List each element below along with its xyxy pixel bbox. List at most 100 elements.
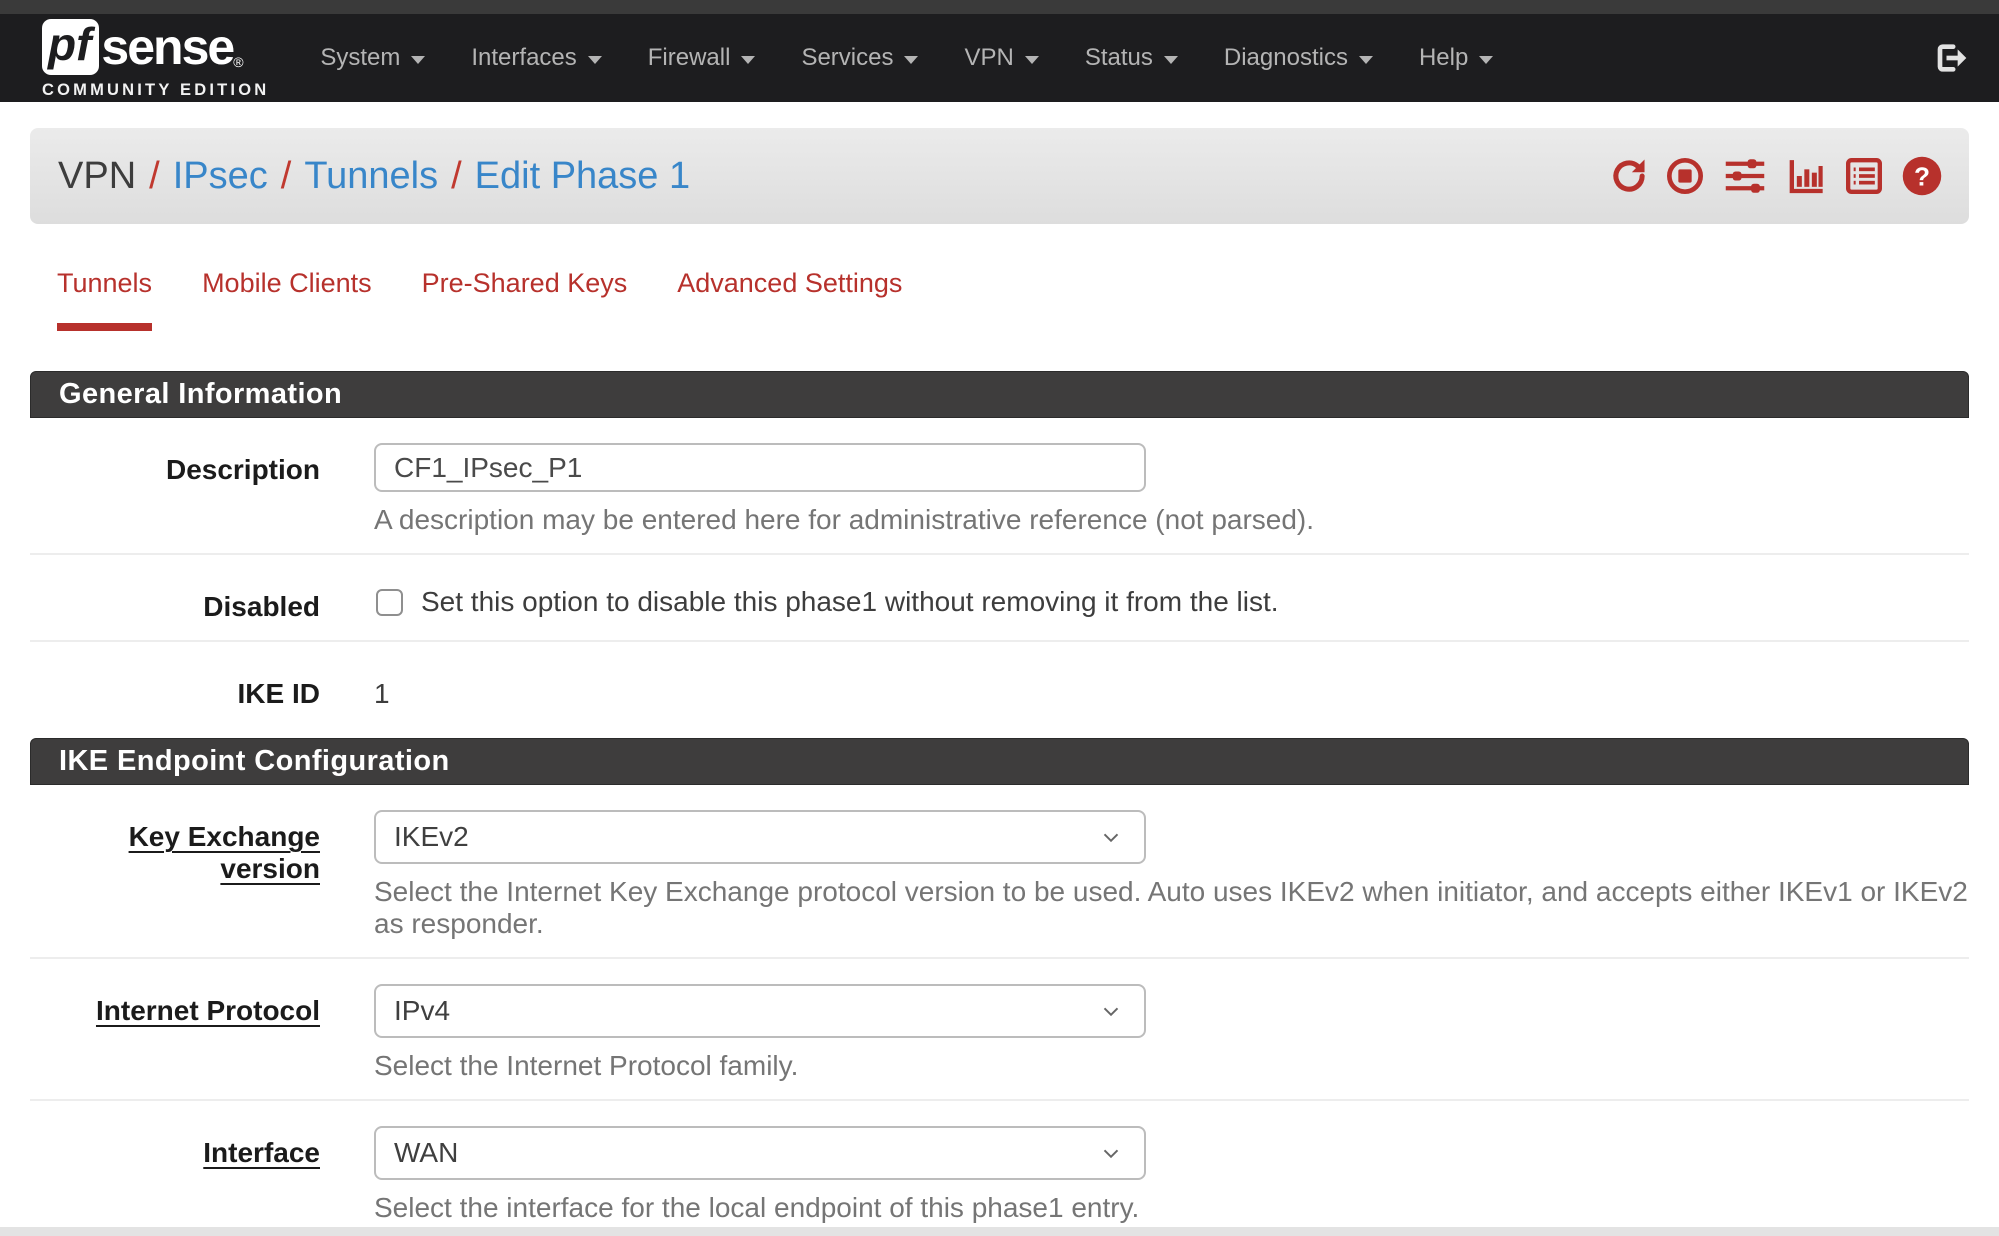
stop-button[interactable]: [1665, 156, 1705, 196]
tab-mobile-clients[interactable]: Mobile Clients: [177, 268, 397, 331]
interface-help: Select the interface for the local endpo…: [374, 1192, 1969, 1224]
menu-help[interactable]: Help: [1396, 14, 1516, 102]
menu-system-label: System: [320, 44, 400, 72]
description-field-col: A description may be entered here for ad…: [374, 443, 1969, 536]
interface-select[interactable]: WAN: [374, 1126, 1146, 1180]
tab-mobile-clients-label: Mobile Clients: [202, 268, 372, 323]
description-label: Description: [166, 454, 320, 486]
refresh-icon: [1610, 157, 1648, 195]
help-button[interactable]: ?: [1901, 155, 1943, 197]
pfsense-logo[interactable]: pf sense ® COMMUNITY EDITION: [42, 18, 269, 100]
chevron-down-icon: [1025, 56, 1039, 64]
disabled-checkbox-row: Set this option to disable this phase1 w…: [374, 586, 1969, 618]
sense-logo-text: sense: [101, 18, 233, 76]
interface-selected-value: WAN: [394, 1137, 458, 1169]
refresh-button[interactable]: [1610, 157, 1648, 195]
pf-logo-mark: pf: [42, 19, 99, 75]
key-exchange-version-selected-value: IKEv2: [394, 821, 469, 853]
general-information-panel: General Information Description A descri…: [30, 371, 1969, 738]
log-button[interactable]: [1844, 156, 1884, 196]
menu-diagnostics-label: Diagnostics: [1224, 44, 1348, 72]
subnav-tabs: Tunnels Mobile Clients Pre-Shared Keys A…: [32, 268, 1999, 331]
key-exchange-version-field-col: IKEv2 Select the Internet Key Exchange p…: [374, 810, 1969, 940]
sign-out-icon: [1929, 38, 1969, 78]
internet-protocol-select[interactable]: IPv4: [374, 984, 1146, 1038]
registered-mark: ®: [233, 54, 243, 70]
description-row: Description A description may be entered…: [30, 418, 1969, 555]
ike-endpoint-configuration-body: Key Exchange version IKEv2 Select the In…: [30, 785, 1969, 1236]
chevron-down-icon: [411, 56, 425, 64]
navbar: pf sense ® COMMUNITY EDITION System Inte…: [0, 14, 1999, 102]
ike-id-value: 1: [374, 678, 1969, 710]
internet-protocol-label: Internet Protocol: [96, 995, 320, 1027]
menu-interfaces-label: Interfaces: [471, 44, 576, 72]
tab-pre-shared-keys-label: Pre-Shared Keys: [422, 268, 628, 323]
log-list-icon: [1844, 156, 1884, 196]
menu-interfaces[interactable]: Interfaces: [448, 14, 624, 102]
key-exchange-version-row: Key Exchange version IKEv2 Select the In…: [30, 785, 1969, 959]
breadcrumb-link-tunnels[interactable]: Tunnels: [304, 155, 438, 198]
tab-tunnels-label: Tunnels: [57, 268, 152, 331]
question-circle-icon: ?: [1901, 155, 1943, 197]
interface-label: Interface: [203, 1137, 320, 1169]
interface-label-col: Interface: [30, 1126, 320, 1224]
chevron-down-icon: [1164, 56, 1178, 64]
related-settings-button[interactable]: [1722, 155, 1768, 197]
ike-endpoint-configuration-panel: IKE Endpoint Configuration Key Exchange …: [30, 738, 1969, 1236]
chevron-down-icon: [904, 56, 918, 64]
pfsense-logo-row: pf sense ®: [42, 18, 269, 76]
navbar-top-strip: [0, 0, 1999, 14]
breadcrumb-current-edit-phase-1[interactable]: Edit Phase 1: [475, 155, 690, 198]
sign-out-button[interactable]: [1929, 38, 1969, 78]
menu-system[interactable]: System: [297, 14, 448, 102]
stop-circle-icon: [1665, 156, 1705, 196]
disabled-field-col: Set this option to disable this phase1 w…: [374, 580, 1969, 623]
panel-title: IKE Endpoint Configuration: [59, 745, 450, 778]
chevron-down-icon: [588, 56, 602, 64]
menu-firewall[interactable]: Firewall: [625, 14, 779, 102]
disabled-checkbox-text: Set this option to disable this phase1 w…: [421, 586, 1279, 618]
interface-row: Interface WAN Select the interface for t…: [30, 1101, 1969, 1236]
breadcrumb: VPN / IPsec / Tunnels / Edit Phase 1: [58, 155, 690, 198]
svg-text:?: ?: [1914, 162, 1930, 192]
key-exchange-version-label: Key Exchange version: [30, 821, 320, 885]
description-input[interactable]: [374, 443, 1146, 492]
menu-help-label: Help: [1419, 44, 1468, 72]
chevron-down-icon: [741, 56, 755, 64]
internet-protocol-selected-value: IPv4: [394, 995, 450, 1027]
ike-id-row: IKE ID 1: [30, 642, 1969, 738]
chevron-down-icon: [1098, 824, 1124, 850]
internet-protocol-help: Select the Internet Protocol family.: [374, 1050, 1969, 1082]
tab-advanced-settings-label: Advanced Settings: [677, 268, 902, 323]
menu-vpn-label: VPN: [964, 44, 1013, 72]
chevron-down-icon: [1098, 1140, 1124, 1166]
ike-id-label: IKE ID: [238, 678, 320, 710]
interface-field-col: WAN Select the interface for the local e…: [374, 1126, 1969, 1224]
menu-firewall-label: Firewall: [648, 44, 731, 72]
disabled-checkbox[interactable]: [376, 589, 403, 616]
key-exchange-version-help: Select the Internet Key Exchange protoco…: [374, 876, 1969, 940]
bar-chart-icon: [1785, 156, 1827, 196]
breadcrumb-root: VPN: [58, 155, 136, 198]
sliders-icon: [1722, 155, 1768, 197]
breadcrumb-separator: /: [451, 155, 462, 198]
tab-tunnels[interactable]: Tunnels: [32, 268, 177, 331]
tab-pre-shared-keys[interactable]: Pre-Shared Keys: [397, 268, 653, 331]
internet-protocol-field-col: IPv4 Select the Internet Protocol family…: [374, 984, 1969, 1082]
menu-status-label: Status: [1085, 44, 1153, 72]
breadcrumb-separator: /: [281, 155, 292, 198]
menu-services[interactable]: Services: [778, 14, 941, 102]
menu-diagnostics[interactable]: Diagnostics: [1201, 14, 1396, 102]
menu-vpn[interactable]: VPN: [941, 14, 1061, 102]
breadcrumb-link-ipsec[interactable]: IPsec: [173, 155, 268, 198]
key-exchange-version-select[interactable]: IKEv2: [374, 810, 1146, 864]
next-section-edge: [0, 1227, 1999, 1236]
chevron-down-icon: [1479, 56, 1493, 64]
ike-endpoint-configuration-header: IKE Endpoint Configuration: [30, 738, 1969, 785]
ike-id-label-col: IKE ID: [30, 667, 320, 710]
internet-protocol-label-col: Internet Protocol: [30, 984, 320, 1082]
menu-status[interactable]: Status: [1062, 14, 1201, 102]
status-graph-button[interactable]: [1785, 156, 1827, 196]
disabled-label: Disabled: [203, 591, 320, 623]
tab-advanced-settings[interactable]: Advanced Settings: [652, 268, 927, 331]
